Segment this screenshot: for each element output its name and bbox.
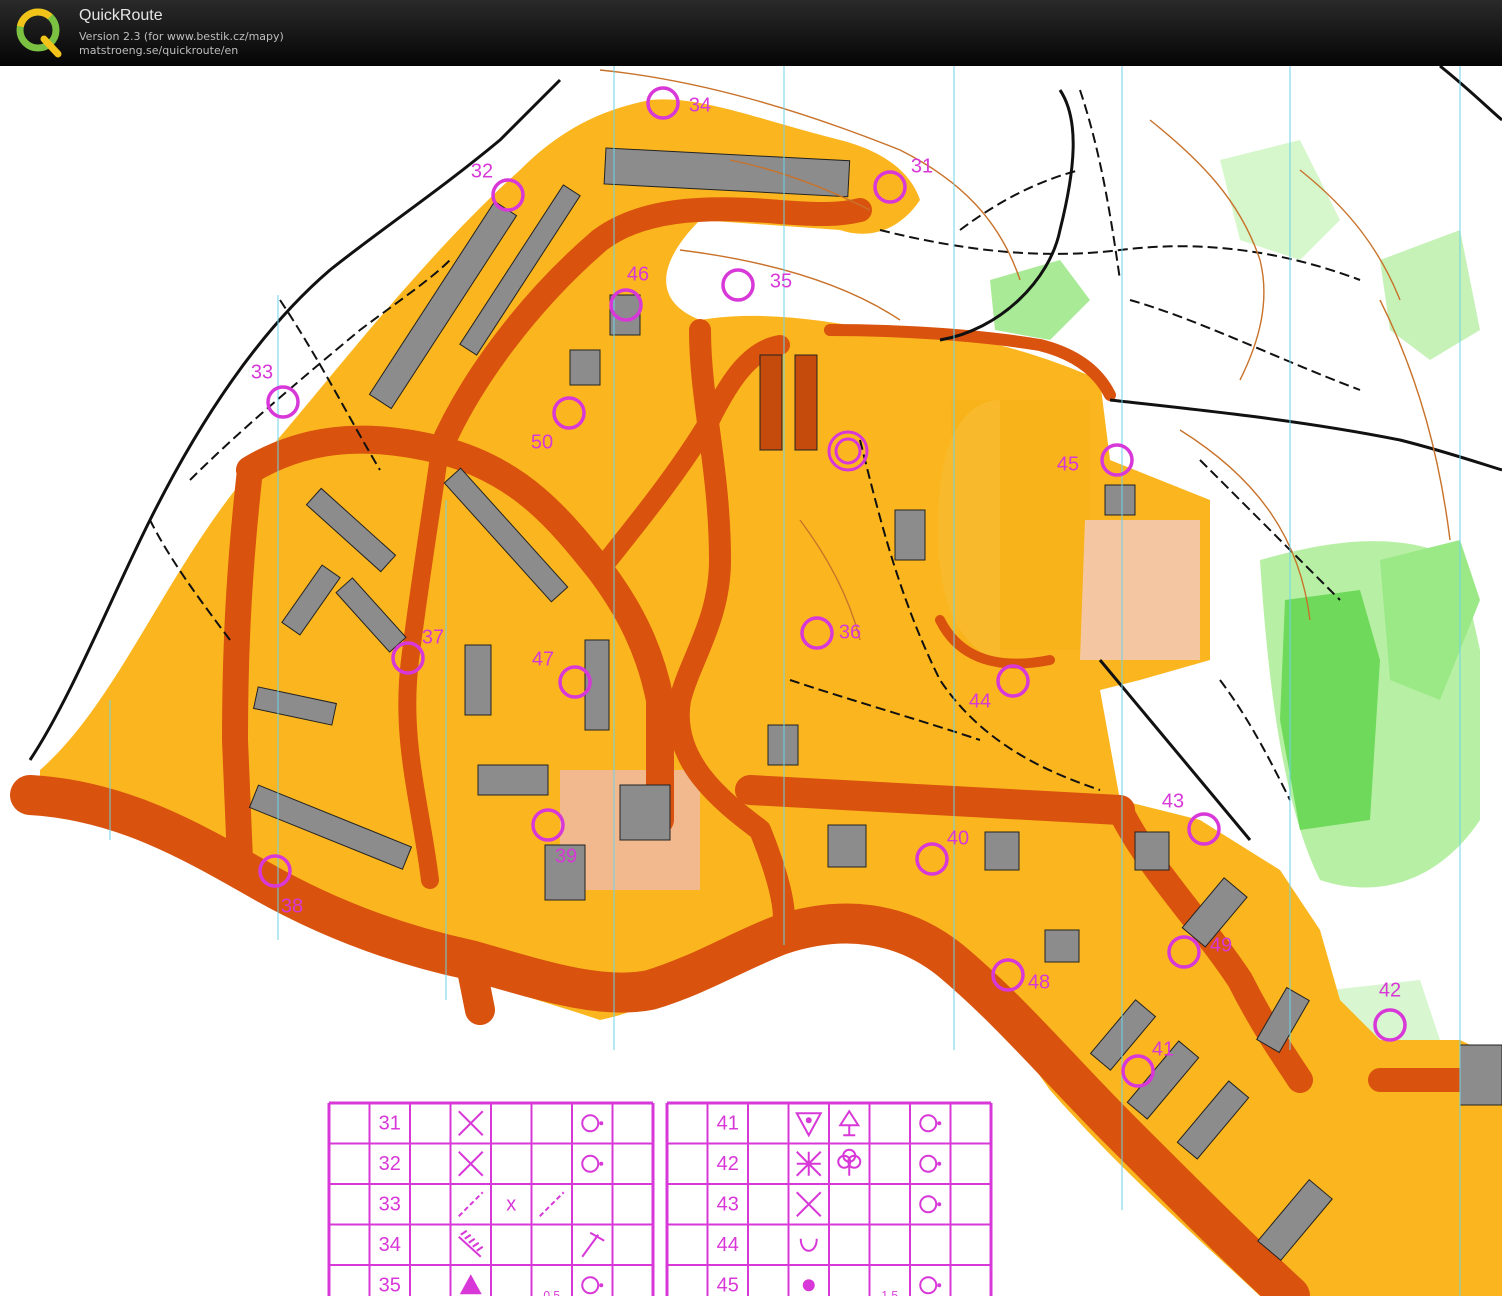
description-table-right: 41 42 43 44 45 1,5 bbox=[665, 1101, 993, 1296]
control-code: 45 bbox=[717, 1275, 739, 1296]
control-label: 37 bbox=[422, 626, 444, 648]
thicket-icon bbox=[796, 1151, 822, 1177]
control-label: 41 bbox=[1152, 1038, 1174, 1060]
symbol-x-text: x bbox=[506, 1194, 516, 1216]
description-note: 0,5 bbox=[543, 1288, 560, 1296]
control-label: 42 bbox=[1379, 979, 1401, 1001]
control-label: 45 bbox=[1057, 453, 1079, 475]
control-label: 46 bbox=[627, 263, 649, 285]
control-code: 32 bbox=[379, 1153, 401, 1175]
control-label: 38 bbox=[281, 895, 303, 917]
control-label: 32 bbox=[471, 160, 493, 182]
orienteering-map[interactable]: 31 32 33 34 35 36 37 38 39 40 41 42 43 44 45 46 47 48 49 50… bbox=[0, 66, 1502, 1296]
control-label: 44 bbox=[969, 690, 991, 712]
control-label: 34 bbox=[689, 94, 711, 116]
control-code: 44 bbox=[717, 1234, 739, 1256]
quickroute-logo-icon bbox=[16, 8, 62, 58]
control-code: 34 bbox=[379, 1234, 401, 1256]
app-version: Version 2.3 (for www.bestik.cz/mapy) bbox=[79, 30, 284, 43]
control-label: 43 bbox=[1162, 790, 1184, 812]
control-label: 50 bbox=[531, 431, 553, 453]
control-label: 39 bbox=[555, 845, 577, 867]
control-label: 31 bbox=[911, 155, 933, 177]
control-code: 35 bbox=[379, 1275, 401, 1296]
description-table-left: 31 32 33 x 34 35 0,5 bbox=[327, 1101, 655, 1296]
description-note: 1,5 bbox=[881, 1288, 898, 1296]
app-title: QuickRoute bbox=[79, 7, 163, 24]
control-code: 41 bbox=[717, 1113, 739, 1135]
control-code: 42 bbox=[717, 1153, 739, 1175]
control-code: 31 bbox=[379, 1113, 401, 1135]
dot-icon bbox=[802, 1279, 815, 1292]
control-label: 40 bbox=[947, 827, 969, 849]
app-url: matstroeng.se/quickroute/en bbox=[79, 44, 239, 57]
control-label: 35 bbox=[770, 270, 792, 292]
control-label: 47 bbox=[532, 648, 554, 670]
control-code: 33 bbox=[379, 1194, 401, 1216]
control-label: 49 bbox=[1210, 934, 1232, 956]
control-label: 48 bbox=[1028, 971, 1050, 993]
control-code: 43 bbox=[717, 1194, 739, 1216]
control-label: 36 bbox=[839, 621, 861, 643]
app-titlebar: QuickRoute Version 2.3 (for www.bestik.c… bbox=[0, 0, 1502, 66]
control-label: 33 bbox=[251, 361, 273, 383]
